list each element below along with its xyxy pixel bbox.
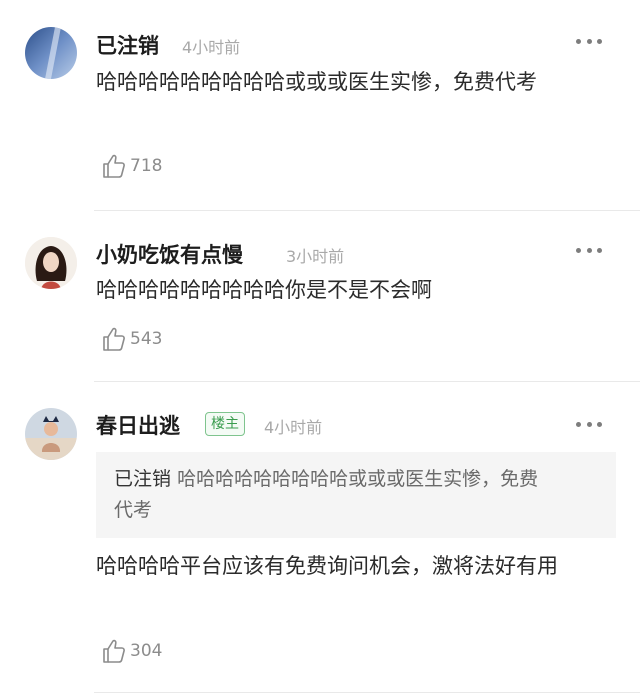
- comment-text: 哈哈哈哈哈哈哈哈哈或或或医生实惨，免费代考: [96, 70, 537, 94]
- comment-item: 春日出逃 楼主 4小时前 已注销 哈哈哈哈哈哈哈哈哈或或或医生实惨，免费代考 哈…: [0, 382, 640, 696]
- quoted-username[interactable]: 已注销: [114, 468, 171, 490]
- timestamp: 4小时前: [264, 418, 323, 437]
- comment-item: 已注销 4小时前 哈哈哈哈哈哈哈哈哈或或或医生实惨，免费代考 718: [0, 0, 640, 210]
- quoted-content: 哈哈哈哈哈哈哈哈哈或或或医生实惨，免费代考: [114, 468, 539, 521]
- more-options-icon[interactable]: [576, 422, 602, 428]
- like-button[interactable]: 543: [102, 326, 162, 352]
- like-button[interactable]: 304: [102, 638, 162, 664]
- quoted-comment[interactable]: 已注销 哈哈哈哈哈哈哈哈哈或或或医生实惨，免费代考: [96, 452, 616, 538]
- username[interactable]: 小奶吃饭有点慢: [96, 239, 243, 269]
- comment-text: 哈哈哈哈平台应该有免费询问机会，激将法好有用: [96, 554, 558, 578]
- timestamp: 3小时前: [286, 247, 345, 266]
- op-badge: 楼主: [205, 412, 245, 436]
- timestamp: 4小时前: [182, 38, 241, 57]
- quoted-text: 已注销 哈哈哈哈哈哈哈哈哈或或或医生实惨，免费代考: [114, 464, 554, 526]
- comment-item: 小奶吃饭有点慢 3小时前 哈哈哈哈哈哈哈哈哈你是不是不会啊 543: [0, 211, 640, 381]
- avatar[interactable]: [25, 408, 77, 460]
- avatar[interactable]: [25, 27, 77, 79]
- thumbs-up-icon: [103, 327, 125, 351]
- like-count: 718: [130, 156, 163, 176]
- more-options-icon[interactable]: [576, 39, 602, 45]
- divider: [94, 692, 640, 693]
- comment-text: 哈哈哈哈哈哈哈哈哈你是不是不会啊: [96, 278, 432, 302]
- username[interactable]: 已注销: [96, 30, 159, 60]
- username[interactable]: 春日出逃: [96, 410, 180, 440]
- like-button[interactable]: 718: [102, 153, 162, 179]
- thumbs-up-icon: [103, 154, 125, 178]
- thumbs-up-icon: [103, 639, 125, 663]
- like-count: 543: [130, 329, 163, 349]
- avatar[interactable]: [25, 237, 77, 289]
- like-count: 304: [130, 641, 163, 661]
- more-options-icon[interactable]: [576, 248, 602, 254]
